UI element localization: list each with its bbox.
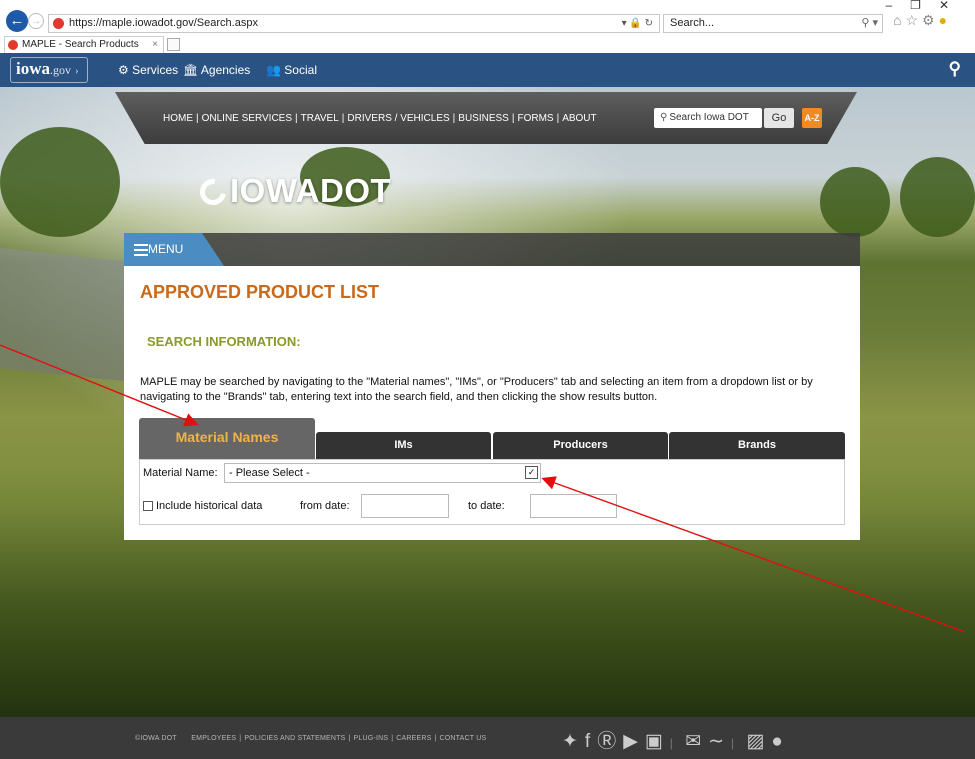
tab-favicon-icon	[8, 40, 18, 50]
historical-data-checkbox[interactable]	[143, 501, 153, 511]
minimize-icon[interactable]: –	[885, 0, 910, 12]
nav-drivers-vehicles[interactable]: DRIVERS / VEHICLES	[347, 113, 449, 124]
apple-icon[interactable]: ●	[771, 731, 782, 752]
material-name-select[interactable]: - Please Select -	[224, 463, 541, 483]
address-controls-icon[interactable]: ▾ 🔒 ↻	[622, 15, 653, 32]
nav-travel[interactable]: TRAVEL	[301, 113, 339, 124]
nav-home[interactable]: HOME	[163, 113, 193, 124]
from-date-label: from date:	[300, 500, 350, 512]
tree-image	[0, 127, 120, 237]
footer-divider: |	[669, 736, 673, 750]
footer-copyright: ©IOWA DOT	[135, 735, 177, 742]
footer-link-careers[interactable]: CAREERS	[396, 735, 431, 742]
iowa-dot-logo-text: IOWADOT	[230, 172, 392, 209]
tab-ims[interactable]: IMs	[316, 432, 491, 459]
back-arrow-icon[interactable]: ←	[6, 10, 28, 32]
a-z-button[interactable]: A-Z	[802, 108, 822, 128]
menu-label: MENU	[148, 242, 184, 256]
window-controls[interactable]: –❐✕	[885, 0, 967, 12]
footer-link-plugins[interactable]: PLUG-INS	[354, 735, 389, 742]
gov-link-services[interactable]: ⚙ Services	[118, 63, 178, 77]
page-title: APPROVED PRODUCT LIST	[140, 282, 380, 302]
rss-icon[interactable]: ∼	[708, 731, 724, 752]
tree-image	[820, 167, 890, 237]
footer-divider: |	[731, 736, 735, 750]
search-description: MAPLE may be searched by navigating to t…	[140, 376, 813, 403]
gov-logo-suffix: .gov	[50, 63, 71, 77]
to-date-input[interactable]	[530, 494, 617, 518]
forward-arrow-icon[interactable]: →	[28, 13, 44, 29]
email-icon[interactable]: ✉	[685, 731, 701, 752]
iowa-dot-logo[interactable]: IOWADOT	[194, 172, 392, 211]
footer-link-policies[interactable]: POLICIES AND STATEMENTS	[244, 735, 345, 742]
chevron-right-icon: ›	[75, 66, 79, 77]
footer-links: ©IOWA DOT EMPLOYEES | POLICIES AND STATEME…	[135, 735, 487, 742]
browser-search-input[interactable]: Search... ⚲ ▾	[663, 14, 883, 33]
browser-search-placeholder: Search...	[670, 17, 715, 29]
gears-icon: ⚙	[118, 63, 129, 77]
search-icon[interactable]: ⚲ ▾	[861, 15, 878, 32]
from-date-input[interactable]	[361, 494, 449, 518]
address-url[interactable]: https://maple.iowadot.gov/Search.aspx	[69, 15, 258, 32]
youtube-icon[interactable]: ▶	[623, 731, 638, 752]
android-icon[interactable]: ▨	[746, 731, 764, 752]
new-tab-button[interactable]	[167, 38, 180, 51]
section-title: SEARCH INFORMATION:	[147, 334, 301, 349]
site-search-input[interactable]: ⚲ Search Iowa DOT	[654, 108, 762, 128]
iowa-dot-logo-mark-icon	[194, 173, 232, 211]
instagram-icon[interactable]: ▣	[645, 731, 663, 752]
browser-tab-strip: MAPLE - Search Products ×	[0, 36, 975, 53]
nav-online-services[interactable]: ONLINE SERVICES	[202, 113, 292, 124]
building-icon: 🏛	[183, 63, 199, 77]
nav-business[interactable]: BUSINESS	[458, 113, 509, 124]
footer-link-employees[interactable]: EMPLOYEES	[191, 735, 236, 742]
twitter-icon[interactable]: ✦	[562, 731, 578, 752]
home-icon[interactable]: ⌂	[893, 12, 905, 28]
iowa-gov-logo[interactable]: iowa.gov ›	[16, 59, 79, 79]
pinterest-icon[interactable]: Ⓡ	[597, 731, 616, 752]
facebook-icon[interactable]: f	[585, 731, 590, 752]
search-icon: ⚲	[660, 112, 668, 123]
people-icon: 👥	[266, 63, 281, 77]
iowa-gov-bar: iowa.gov › ⚙ Services 🏛 Agencies 👥 Socia…	[0, 53, 975, 87]
settings-gear-icon[interactable]: ⚙	[922, 12, 939, 28]
site-search-placeholder: Search Iowa DOT	[669, 112, 749, 123]
hamburger-icon[interactable]	[124, 233, 148, 266]
feedback-smiley-icon[interactable]: ●	[939, 12, 951, 28]
site-favicon-icon	[53, 18, 64, 29]
menu-strip	[124, 233, 860, 266]
tab-brands[interactable]: Brands	[669, 432, 845, 459]
gov-link-social-label: Social	[284, 63, 317, 77]
material-name-label: Material Name:	[143, 467, 218, 479]
gov-link-agencies-label: Agencies	[200, 63, 251, 77]
tab-title: MAPLE - Search Products	[22, 39, 139, 50]
tab-close-icon[interactable]: ×	[152, 37, 158, 53]
nav-forms[interactable]: FORMS	[517, 113, 553, 124]
tree-image	[900, 157, 975, 237]
browser-toolbar: ← → https://maple.iowadot.gov/Search.asp…	[0, 0, 975, 36]
gov-logo-text: iowa	[16, 59, 50, 78]
top-nav-links: HOME | ONLINE SERVICES | TRAVEL | DRIVERS / VE…	[163, 113, 597, 124]
address-bar[interactable]: https://maple.iowadot.gov/Search.aspx ▾ …	[48, 14, 660, 33]
restore-icon[interactable]: ❐	[910, 0, 939, 12]
historical-data-label: Include historical data	[156, 500, 263, 512]
chevron-down-icon[interactable]: ✓	[525, 466, 538, 479]
browser-toolbar-icons[interactable]: ⌂☆⚙●	[893, 12, 951, 29]
tab-material-names[interactable]: Material Names	[139, 418, 315, 459]
close-icon[interactable]: ✕	[939, 0, 967, 12]
favorites-star-icon[interactable]: ☆	[905, 12, 922, 28]
to-date-label: to date:	[468, 500, 505, 512]
gov-link-agencies[interactable]: 🏛 Agencies	[183, 63, 250, 77]
gov-link-services-label: Services	[132, 63, 179, 77]
nav-about[interactable]: ABOUT	[562, 113, 596, 124]
social-icons: ✦ f Ⓡ ▶ ▣ | ✉ ∼ | ▨ ●	[562, 726, 790, 753]
tab-producers[interactable]: Producers	[493, 432, 668, 459]
go-button[interactable]: Go	[764, 108, 794, 128]
footer-link-contact[interactable]: CONTACT US	[440, 735, 487, 742]
search-icon[interactable]: ⚲	[949, 59, 961, 79]
gov-link-social[interactable]: 👥 Social	[266, 63, 317, 77]
browser-tab[interactable]: MAPLE - Search Products ×	[4, 36, 164, 53]
